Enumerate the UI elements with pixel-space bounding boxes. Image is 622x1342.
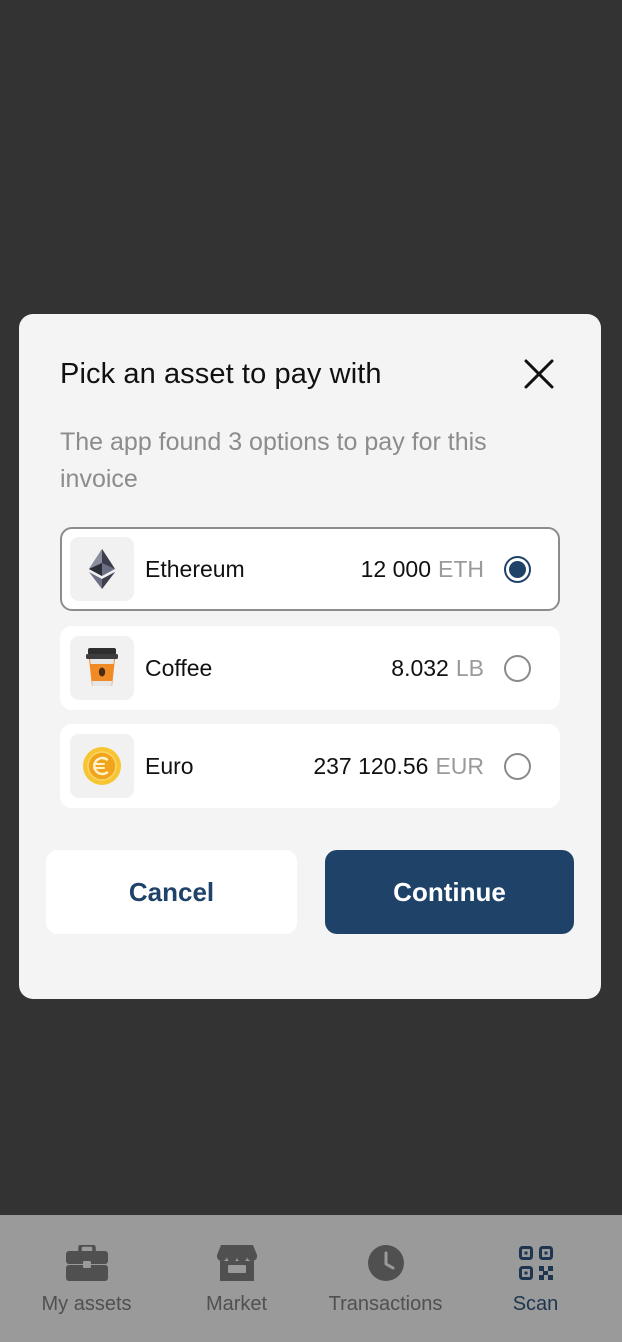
clock-icon xyxy=(367,1245,404,1281)
asset-unit: LB xyxy=(455,654,484,681)
cancel-button[interactable]: Cancel xyxy=(46,850,297,934)
close-button[interactable] xyxy=(521,356,557,392)
asset-icon-tile xyxy=(70,636,134,700)
asset-name: Coffee xyxy=(145,654,213,681)
qr-code-icon xyxy=(518,1246,553,1280)
nav-item-scan[interactable]: Scan xyxy=(458,1215,613,1342)
nav-label: My assets xyxy=(41,1293,132,1315)
asset-amount: 237 120.56 xyxy=(313,752,429,779)
radio-unselected[interactable] xyxy=(504,655,531,682)
asset-amount: 8.032 xyxy=(391,654,449,681)
bottom-navigation: My assets Market Transactions Scan xyxy=(0,1215,622,1342)
asset-name: Euro xyxy=(145,752,194,779)
radio-unselected[interactable] xyxy=(504,753,531,780)
nav-label: Transactions xyxy=(328,1293,443,1315)
nav-icon-wrap xyxy=(308,1243,463,1283)
asset-icon-tile xyxy=(70,537,134,601)
nav-icon-wrap xyxy=(458,1243,613,1283)
nav-item-market[interactable]: Market xyxy=(159,1215,314,1342)
dialog-title: Pick an asset to pay with xyxy=(60,358,382,390)
asset-balance: 237 120.56 EUR xyxy=(313,724,484,808)
nav-icon-wrap xyxy=(9,1243,164,1283)
nav-icon-wrap xyxy=(159,1243,314,1283)
asset-option-ethereum[interactable]: Ethereum 12 000 ETH xyxy=(60,527,560,611)
nav-label: Market xyxy=(205,1293,268,1315)
radio-selected[interactable] xyxy=(504,556,531,583)
screen: Pick an asset to pay with The app found … xyxy=(0,0,622,1342)
dialog-subtitle: The app found 3 options to pay for this … xyxy=(60,428,487,493)
nav-item-my-assets[interactable]: My assets xyxy=(9,1215,164,1342)
asset-amount: 12 000 xyxy=(360,555,431,582)
asset-picker-dialog: Pick an asset to pay with The app found … xyxy=(19,314,601,999)
euro-coin-icon xyxy=(83,747,121,785)
asset-icon-tile xyxy=(70,734,134,798)
ethereum-icon xyxy=(89,549,115,589)
asset-option-coffee[interactable]: Coffee 8.032 LB xyxy=(60,626,560,710)
nav-item-transactions[interactable]: Transactions xyxy=(308,1215,463,1342)
close-icon xyxy=(524,359,554,389)
nav-label: Scan xyxy=(512,1293,559,1315)
asset-unit: ETH xyxy=(438,555,484,582)
coffee-cup-icon xyxy=(86,648,118,686)
store-icon xyxy=(216,1245,257,1281)
asset-unit: EUR xyxy=(435,752,484,779)
asset-balance: 12 000 ETH xyxy=(361,529,484,609)
asset-option-euro[interactable]: Euro 237 120.56 EUR xyxy=(60,724,560,808)
asset-balance: 8.032 LB xyxy=(391,626,484,710)
continue-button[interactable]: Continue xyxy=(325,850,574,934)
briefcase-icon xyxy=(65,1245,108,1281)
asset-name: Ethereum xyxy=(145,555,245,582)
